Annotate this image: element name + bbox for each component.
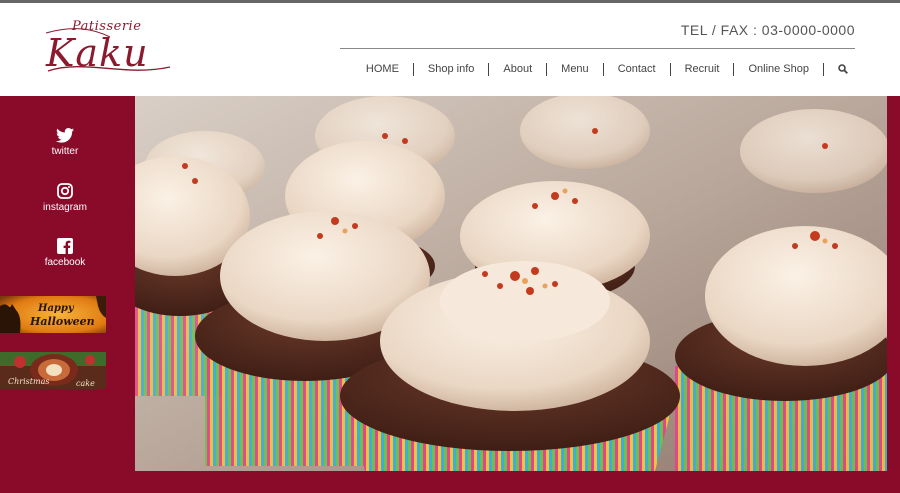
svg-text:cake: cake	[76, 379, 95, 388]
twitter-icon	[56, 128, 74, 143]
nav-home[interactable]: HOME	[366, 62, 414, 76]
instagram-label: instagram	[43, 202, 87, 213]
christmas-cake-banner-image: Christmas cake	[0, 352, 106, 389]
header-divider	[340, 48, 855, 49]
twitter-link[interactable]: twitter	[0, 128, 130, 157]
nav-about[interactable]: About	[489, 62, 548, 76]
bottom-border	[135, 471, 900, 493]
cupcakes-photo	[135, 96, 887, 471]
instagram-icon	[57, 183, 73, 199]
nav-online-shop[interactable]: Online Shop	[734, 62, 824, 76]
svg-text:Christmas: Christmas	[8, 377, 49, 386]
svg-text:Halloween: Halloween	[29, 315, 95, 328]
search-icon[interactable]	[824, 64, 848, 74]
instagram-link[interactable]: instagram	[0, 183, 130, 213]
nav-shop-info[interactable]: Shop info	[414, 62, 490, 76]
halloween-banner-image: Happy Halloween	[0, 296, 106, 333]
logo-title: Kaku	[46, 31, 149, 75]
facebook-icon	[57, 238, 73, 254]
christmas-cake-banner[interactable]: Christmas cake	[0, 352, 106, 389]
facebook-label: facebook	[44, 257, 86, 268]
tel-fax: TEL / FAX : 03-0000-0000	[680, 22, 855, 38]
main-nav: HOME Shop info About Menu Contact Recrui…	[366, 61, 848, 77]
hero-image	[135, 96, 887, 471]
twitter-label: twitter	[51, 146, 79, 157]
svg-text:Happy: Happy	[37, 303, 75, 314]
facebook-link[interactable]: facebook	[0, 238, 130, 268]
site-logo[interactable]: Patisserie Kaku	[44, 19, 174, 81]
nav-menu[interactable]: Menu	[547, 62, 604, 76]
nav-recruit[interactable]: Recruit	[671, 62, 735, 76]
sidebar: twitter instagram facebook Happy Hallowe…	[0, 96, 135, 493]
site-header: Patisserie Kaku TEL / FAX : 03-0000-0000…	[0, 3, 900, 96]
nav-contact[interactable]: Contact	[604, 62, 671, 76]
halloween-banner[interactable]: Happy Halloween	[0, 296, 106, 333]
right-border	[887, 96, 900, 493]
